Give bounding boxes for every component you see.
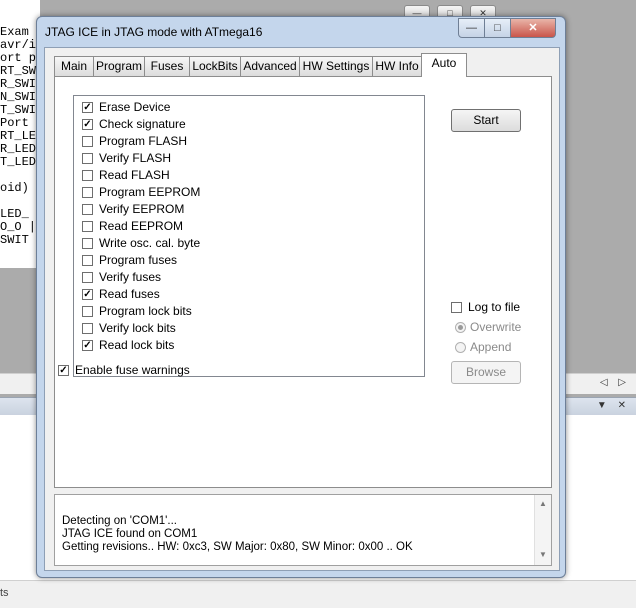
log-to-file[interactable]: Log to file — [451, 300, 520, 314]
code-line: oid) — [0, 181, 29, 195]
tab-fuses[interactable]: Fuses — [144, 56, 190, 76]
browse-button[interactable]: Browse — [451, 361, 521, 384]
tab-main[interactable]: Main — [54, 56, 94, 76]
tab-auto[interactable]: Auto — [421, 53, 467, 77]
scroll-right-icon[interactable]: ▷ — [618, 377, 626, 388]
tab-hw-info[interactable]: HW Info — [372, 56, 422, 76]
maximize-button[interactable]: □ — [484, 18, 511, 38]
checkbox[interactable] — [82, 119, 93, 130]
task-label: Program fuses — [99, 253, 178, 267]
task-read-lock-bits[interactable]: Read lock bits — [82, 337, 174, 354]
task-label: Verify FLASH — [99, 151, 172, 165]
log-line: Getting revisions.. HW: 0xc3, SW Major: … — [62, 541, 413, 553]
task-read-eeprom[interactable]: Read EEPROM — [82, 218, 183, 235]
status-text: ts — [0, 587, 9, 599]
dropdown-icon[interactable]: ▼ — [597, 400, 607, 411]
append-radio[interactable]: Append — [455, 340, 511, 354]
checkbox[interactable] — [82, 340, 93, 351]
checkbox[interactable] — [82, 153, 93, 164]
task-program-eeprom[interactable]: Program EEPROM — [82, 184, 200, 201]
scroll-down-icon[interactable]: ▼ — [539, 550, 547, 559]
overwrite-radio[interactable]: Overwrite — [455, 320, 521, 334]
checkbox[interactable] — [82, 221, 93, 232]
task-program-fuses[interactable]: Program fuses — [82, 252, 177, 269]
checkbox[interactable] — [82, 204, 93, 215]
log-scrollbar[interactable]: ▲ ▼ — [534, 495, 551, 565]
log-line: JTAG ICE found on COM1 — [62, 528, 198, 540]
task-label: Check signature — [99, 117, 186, 131]
background-panel-controls: ▼ ✕ — [597, 400, 626, 411]
task-check-signature[interactable]: Check signature — [82, 116, 186, 133]
checkbox[interactable] — [82, 170, 93, 181]
checkbox[interactable] — [82, 238, 93, 249]
checkbox[interactable] — [82, 255, 93, 266]
dialog-titlebar[interactable]: JTAG ICE in JTAG mode with ATmega16 — □ … — [37, 17, 565, 47]
task-label: Erase Device — [99, 100, 171, 114]
tab-lockbits[interactable]: LockBits — [189, 56, 241, 76]
enable-fuse-warnings[interactable]: Enable fuse warnings — [58, 363, 190, 377]
checkbox[interactable] — [58, 365, 69, 376]
jtag-ice-dialog: JTAG ICE in JTAG mode with ATmega16 — □ … — [36, 16, 566, 578]
task-verify-eeprom[interactable]: Verify EEPROM — [82, 201, 184, 218]
task-read-fuses[interactable]: Read fuses — [82, 286, 160, 303]
close-icon[interactable]: ✕ — [618, 400, 626, 411]
task-verify-flash[interactable]: Verify FLASH — [82, 150, 171, 167]
tab-advanced[interactable]: Advanced — [240, 56, 300, 76]
checkbox[interactable] — [82, 102, 93, 113]
task-label: Program EEPROM — [99, 185, 201, 199]
log-line: Detecting on 'COM1'... — [62, 515, 177, 527]
radio-button[interactable] — [455, 322, 466, 333]
code-line: T_LED — [0, 155, 37, 169]
scroll-up-icon[interactable]: ▲ — [539, 499, 547, 508]
task-list: Erase Device Check signature Program FLA… — [73, 95, 425, 377]
task-label: Read FLASH — [99, 168, 170, 182]
dialog-title: JTAG ICE in JTAG mode with ATmega16 — [45, 25, 263, 39]
overwrite-label: Overwrite — [470, 320, 522, 334]
task-label: Program lock bits — [99, 304, 192, 318]
checkbox[interactable] — [82, 187, 93, 198]
auto-tab-panel: Erase Device Check signature Program FLA… — [54, 76, 552, 488]
task-verify-lock-bits[interactable]: Verify lock bits — [82, 320, 176, 337]
task-label: Read EEPROM — [99, 219, 184, 233]
background-status-bar: ts — [0, 580, 636, 608]
task-label: Program FLASH — [99, 134, 188, 148]
start-button[interactable]: Start — [451, 109, 521, 132]
append-label: Append — [470, 340, 512, 354]
task-label: Verify lock bits — [99, 321, 176, 335]
code-line: SWIT — [0, 233, 29, 247]
task-label: Read lock bits — [99, 338, 175, 352]
task-label: Verify EEPROM — [99, 202, 185, 216]
task-read-flash[interactable]: Read FLASH — [82, 167, 170, 184]
log-to-file-label: Log to file — [468, 300, 521, 314]
checkbox[interactable] — [82, 136, 93, 147]
background-code-editor[interactable]: Exam avr/i ort p RT_SW R_SWI N_SWI T_SWI… — [0, 0, 40, 268]
checkbox[interactable] — [82, 306, 93, 317]
task-write-osc-cal-byte[interactable]: Write osc. cal. byte — [82, 235, 200, 252]
task-label: Write osc. cal. byte — [99, 236, 201, 250]
task-program-flash[interactable]: Program FLASH — [82, 133, 187, 150]
tab-program[interactable]: Program — [93, 56, 145, 76]
minimize-button[interactable]: — — [458, 18, 485, 38]
checkbox[interactable] — [451, 302, 462, 313]
tab-hw-settings[interactable]: HW Settings — [299, 56, 373, 76]
enable-fuse-warnings-label: Enable fuse warnings — [75, 363, 190, 377]
task-verify-fuses[interactable]: Verify fuses — [82, 269, 161, 286]
task-label: Read fuses — [99, 287, 160, 301]
log-output[interactable]: Detecting on 'COM1'... JTAG ICE found on… — [54, 494, 552, 566]
radio-button[interactable] — [455, 342, 466, 353]
task-erase-device[interactable]: Erase Device — [82, 99, 170, 116]
background-scroll-arrows: ◁ ▷ — [600, 377, 626, 388]
task-program-lock-bits[interactable]: Program lock bits — [82, 303, 192, 320]
log-text: Detecting on 'COM1'... JTAG ICE found on… — [62, 515, 413, 554]
checkbox[interactable] — [82, 289, 93, 300]
checkbox[interactable] — [82, 272, 93, 283]
scroll-left-icon[interactable]: ◁ — [600, 377, 608, 388]
close-button[interactable]: ✕ — [510, 18, 556, 38]
dialog-client-area: Main Program Fuses LockBits Advanced HW … — [44, 47, 560, 571]
task-label: Verify fuses — [99, 270, 162, 284]
checkbox[interactable] — [82, 323, 93, 334]
